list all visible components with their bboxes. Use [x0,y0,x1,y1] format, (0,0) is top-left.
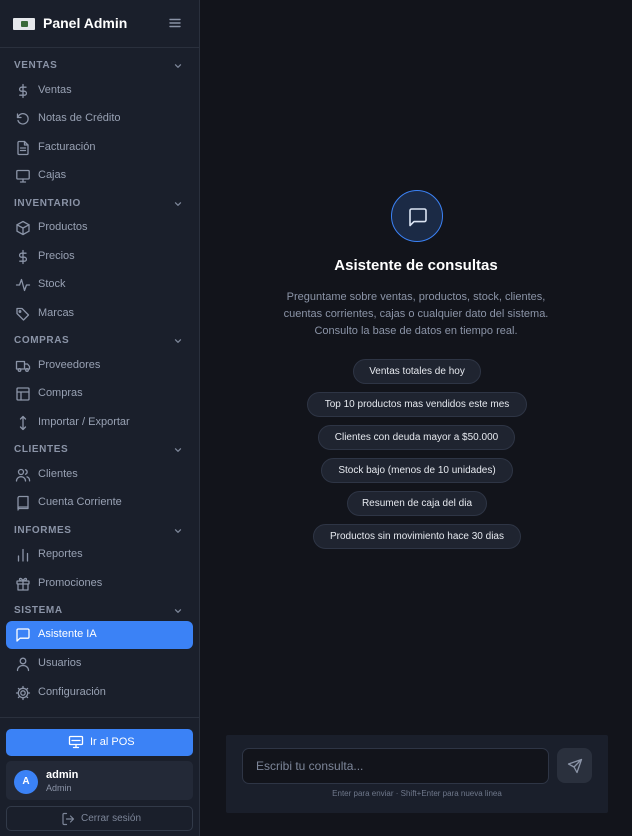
chevron-down-icon[interactable] [172,334,184,346]
message-square-icon [15,627,31,643]
sidebar-item-configuracion[interactable]: Configuración [6,679,193,707]
sidebar-item-label: Compras [38,387,83,399]
section-sistema: SISTEMA [14,605,63,616]
chat-composer: Enter para enviar · Shift+Enter para nue… [226,735,608,813]
dollar-icon [15,83,31,99]
sidebar-item-label: Proveedores [38,359,101,371]
query-input[interactable] [243,749,548,783]
dollar-icon [15,249,31,265]
settings-icon [15,685,31,701]
truck-icon [15,358,31,374]
user-name: admin [46,769,79,781]
layout-icon [15,386,31,402]
sidebar-item-label: Cajas [38,169,67,181]
sidebar-item-label: Clientes [38,468,78,480]
sidebar: Panel Admin VENTAS Ventas Notas de Crédi… [0,0,200,836]
tag-icon [15,306,31,322]
sidebar-item-productos[interactable]: Productos [6,214,193,242]
suggestion-chip[interactable]: Productos sin movimiento hace 30 dias [313,524,521,549]
sidebar-item-label: Facturación [38,141,96,153]
sidebar-item-ventas[interactable]: Ventas [6,77,193,105]
user-role: Admin [46,783,72,793]
sidebar-item-importar-exportar[interactable]: Importar / Exportar [6,409,193,437]
suggestion-chip[interactable]: Clientes con deuda mayor a $50.000 [318,425,515,450]
sidebar-item-label: Reportes [38,548,83,560]
suggestion-chip[interactable]: Stock bajo (menos de 10 unidades) [321,458,513,483]
brand-header: Panel Admin [0,0,199,48]
activity-icon [15,277,31,293]
logout-icon [61,812,75,826]
sidebar-item-precios[interactable]: Precios [6,243,193,271]
suggestion-chip[interactable]: Top 10 productos mas vendidos este mes [307,392,527,417]
app-title: Panel Admin [43,15,128,31]
message-square-icon [391,190,443,242]
sidebar-item-label: Marcas [38,307,75,319]
sidebar-item-label: Ventas [38,84,72,96]
logout-label: Cerrar sesión [81,813,142,824]
chevron-down-icon[interactable] [172,197,184,209]
query-input-wrapper [242,748,549,784]
sidebar-item-label: Usuarios [38,657,82,669]
rotate-ccw-icon [15,111,31,127]
assistant-description: Preguntame sobre ventas, productos, stoc… [283,291,549,337]
send-button[interactable] [557,748,592,783]
section-inventario: INVENTARIO [14,198,81,209]
user-card[interactable]: A admin Admin [6,761,193,800]
sidebar-item-proveedores[interactable]: Proveedores [6,352,193,380]
sidebar-item-compras[interactable]: Compras [6,380,193,408]
arrows-vertical-icon [15,415,31,431]
sidebar-item-label: Cuenta Corriente [38,496,122,508]
section-compras: COMPRAS [14,335,70,346]
chevron-down-icon[interactable] [172,443,184,455]
sidebar-item-reportes[interactable]: Reportes [6,541,193,569]
menu-icon[interactable] [168,16,182,30]
file-text-icon [15,140,31,156]
go-to-pos-label: Ir al POS [90,736,135,748]
sidebar-item-label: Promociones [38,577,103,589]
sidebar-item-label: Configuración [38,686,106,698]
users-icon [15,467,31,483]
book-icon [15,495,31,511]
sidebar-item-usuarios[interactable]: Usuarios [6,650,193,678]
user-icon [15,656,31,672]
sidebar-item-asistente-ia[interactable]: Asistente IA [6,621,193,649]
composer-hint: Enter para enviar · Shift+Enter para nue… [332,789,502,798]
sidebar-item-facturacion[interactable]: Facturación [6,134,193,162]
chevron-down-icon[interactable] [172,524,184,536]
sidebar-item-cuenta-corriente[interactable]: Cuenta Corriente [6,489,193,517]
sidebar-divider [0,717,199,718]
avatar: A [14,770,38,794]
bar-chart-icon [15,547,31,563]
section-informes: INFORMES [14,525,72,536]
go-to-pos-button[interactable]: Ir al POS [6,729,193,756]
send-icon [567,758,583,774]
sidebar-item-marcas[interactable]: Marcas [6,300,193,328]
sidebar-item-label: Importar / Exportar [38,416,130,428]
sidebar-item-label: Stock [38,278,66,290]
sidebar-item-stock[interactable]: Stock [6,271,193,299]
sidebar-item-promociones[interactable]: Promociones [6,570,193,598]
page-title: Asistente de consultas [334,257,498,274]
box-icon [15,220,31,236]
suggestion-chip[interactable]: Ventas totales de hoy [353,359,481,384]
monitor-icon [15,168,31,184]
main-content: Asistente de consultas Preguntame sobre … [200,0,632,836]
sidebar-item-cajas[interactable]: Cajas [6,162,193,190]
sidebar-item-label: Asistente IA [38,628,97,640]
sidebar-item-label: Notas de Crédito [38,112,121,124]
logo-icon [13,18,35,30]
sidebar-item-label: Productos [38,221,88,233]
section-ventas: VENTAS [14,60,58,71]
section-clientes: CLIENTES [14,444,69,455]
logout-button[interactable]: Cerrar sesión [6,806,193,831]
monitor-icon [68,735,84,749]
suggestion-chip[interactable]: Resumen de caja del dia [347,491,487,516]
sidebar-item-notas-de-credito[interactable]: Notas de Crédito [6,105,193,133]
chevron-down-icon[interactable] [172,59,184,71]
sidebar-item-label: Precios [38,250,75,262]
gift-icon [15,576,31,592]
chevron-down-icon[interactable] [172,604,184,616]
sidebar-item-clientes[interactable]: Clientes [6,461,193,489]
